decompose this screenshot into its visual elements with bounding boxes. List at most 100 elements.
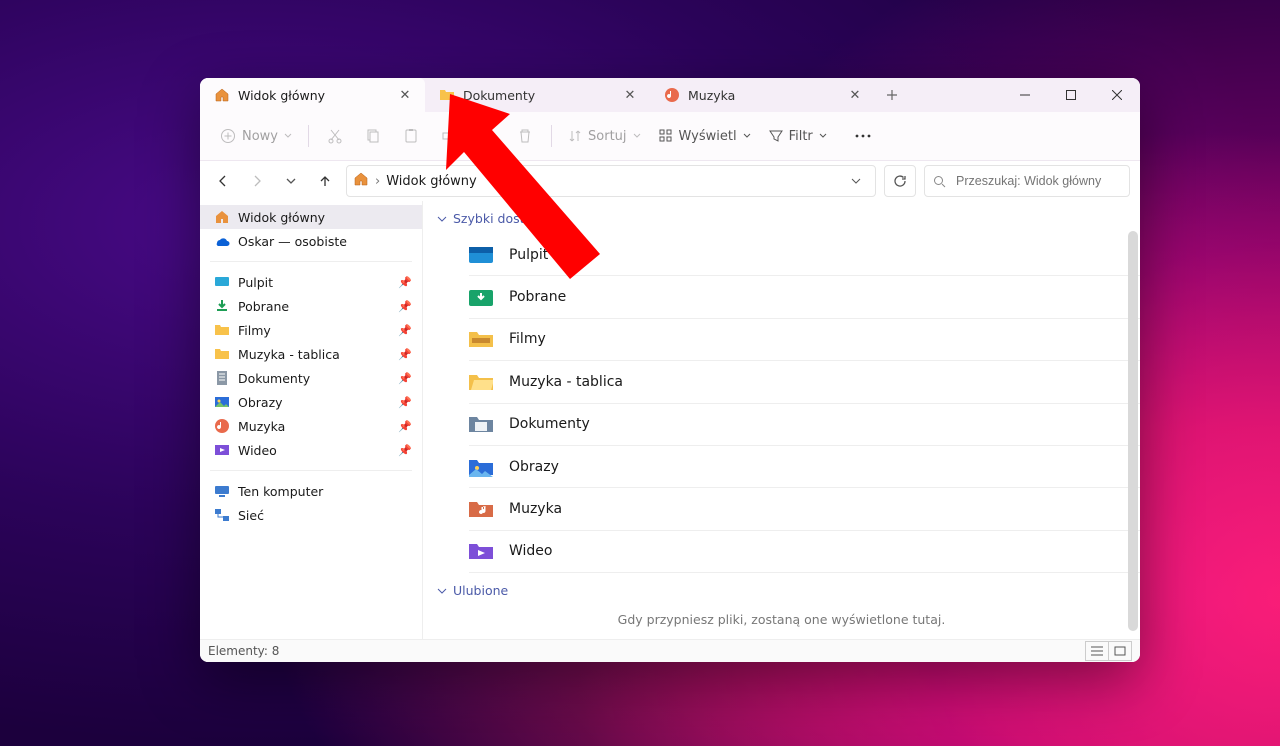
forward-button[interactable]: [244, 167, 270, 195]
new-tab-button[interactable]: [875, 78, 909, 112]
sidebar-item-label: Pobrane: [238, 299, 289, 314]
sidebar-item-home[interactable]: Widok główny: [200, 205, 422, 229]
item-label: Pulpit: [509, 247, 548, 263]
chevron-down-icon: [437, 214, 447, 224]
downloads-icon: [214, 298, 230, 314]
item-label: Obrazy: [509, 459, 559, 475]
sidebar-item-filmy[interactable]: Filmy📌: [200, 318, 422, 342]
sidebar-item-label: Oskar — osobiste: [238, 234, 347, 249]
navigation-pane: Widok główny Oskar — osobiste Pulpit📌 Po…: [200, 201, 423, 639]
more-button[interactable]: [845, 128, 881, 144]
sidebar-item-onedrive[interactable]: Oskar — osobiste: [200, 229, 422, 253]
up-button[interactable]: [312, 167, 338, 195]
refresh-button[interactable]: [884, 165, 916, 197]
close-window-button[interactable]: [1094, 78, 1140, 112]
desktop-icon: [469, 245, 493, 265]
pin-icon: 📌: [398, 348, 412, 361]
favorites-hint: Gdy przypniesz pliki, zostaną one wyświe…: [423, 606, 1140, 639]
back-button[interactable]: [210, 167, 236, 195]
pin-icon: 📌: [398, 396, 412, 409]
sidebar-item-muzyka-tablica[interactable]: Muzyka - tablica📌: [200, 342, 422, 366]
chevron-down-icon: [633, 132, 641, 140]
section-label: Szybki dostęp: [453, 211, 540, 226]
sidebar-item-downloads[interactable]: Pobrane 📌: [200, 294, 422, 318]
list-item[interactable]: Muzyka: [469, 488, 1140, 530]
document-icon: [214, 370, 230, 386]
search-box[interactable]: [924, 165, 1130, 197]
sidebar-item-label: Muzyka: [238, 419, 285, 434]
rename-button[interactable]: [431, 122, 467, 150]
share-button[interactable]: [469, 122, 505, 150]
recent-locations-button[interactable]: [278, 167, 304, 195]
section-quick-access[interactable]: Szybki dostęp: [423, 201, 1140, 234]
new-button[interactable]: Nowy: [212, 122, 300, 150]
tab-music[interactable]: Muzyka ✕: [650, 78, 875, 112]
filter-label: Filtr: [789, 129, 813, 144]
list-item[interactable]: Pulpit: [469, 234, 1140, 276]
pin-icon: 📌: [398, 300, 412, 313]
close-icon[interactable]: ✕: [396, 86, 414, 104]
tab-documents[interactable]: Dokumenty ✕: [425, 78, 650, 112]
minimize-button[interactable]: [1002, 78, 1048, 112]
section-favorites[interactable]: Ulubione: [423, 573, 1140, 606]
new-label: Nowy: [242, 129, 278, 144]
view-label: Wyświetl: [679, 129, 737, 144]
folder-icon: [469, 329, 493, 349]
sidebar-item-label: Widok główny: [238, 210, 325, 225]
delete-button[interactable]: [507, 122, 543, 150]
list-item[interactable]: Dokumenty: [469, 404, 1140, 446]
sort-button[interactable]: Sortuj: [560, 123, 649, 150]
status-text: Elementy: 8: [208, 644, 279, 658]
video-icon: [214, 442, 230, 458]
sidebar-item-label: Sieć: [238, 508, 264, 523]
details-view-button[interactable]: [1085, 641, 1109, 661]
tab-label: Dokumenty: [463, 88, 613, 103]
filter-button[interactable]: Filtr: [761, 123, 835, 150]
scrollbar[interactable]: [1128, 231, 1138, 631]
item-label: Muzyka: [509, 501, 562, 517]
sidebar-item-desktop[interactable]: Pulpit📌: [200, 270, 422, 294]
home-icon: [214, 87, 230, 103]
search-input[interactable]: [954, 173, 1121, 189]
pictures-icon: [214, 394, 230, 410]
cut-button[interactable]: [317, 122, 353, 150]
sort-label: Sortuj: [588, 129, 627, 144]
list-item[interactable]: Muzyka - tablica: [469, 361, 1140, 403]
chevron-right-icon[interactable]: ›: [375, 174, 380, 189]
close-icon[interactable]: ✕: [621, 86, 639, 104]
view-button[interactable]: Wyświetl: [651, 123, 759, 150]
item-label: Muzyka - tablica: [509, 374, 623, 390]
chevron-down-icon: [819, 132, 827, 140]
list-item[interactable]: Obrazy: [469, 446, 1140, 488]
copy-button[interactable]: [355, 122, 391, 150]
onedrive-icon: [214, 233, 230, 249]
sidebar-item-this-pc[interactable]: Ten komputer: [200, 479, 422, 503]
list-item[interactable]: Pobrane: [469, 276, 1140, 318]
music-icon: [214, 418, 230, 434]
list-item[interactable]: Filmy: [469, 319, 1140, 361]
maximize-button[interactable]: [1048, 78, 1094, 112]
tab-home[interactable]: Widok główny ✕: [200, 78, 425, 112]
address-bar[interactable]: › Widok główny: [346, 165, 876, 197]
home-icon: [214, 209, 230, 225]
sidebar-item-documents[interactable]: Dokumenty📌: [200, 366, 422, 390]
content-pane: Szybki dostęp Pulpit Pobrane Filmy Muzyk…: [423, 201, 1140, 639]
sidebar-item-music[interactable]: Muzyka📌: [200, 414, 422, 438]
section-label: Ulubione: [453, 583, 508, 598]
pin-icon: 📌: [398, 372, 412, 385]
network-icon: [214, 507, 230, 523]
paste-button[interactable]: [393, 122, 429, 150]
list-item[interactable]: Wideo: [469, 531, 1140, 573]
sidebar-item-network[interactable]: Sieć: [200, 503, 422, 527]
close-icon[interactable]: ✕: [846, 86, 864, 104]
address-dropdown-button[interactable]: [843, 168, 869, 194]
sidebar-item-label: Filmy: [238, 323, 271, 338]
item-label: Filmy: [509, 331, 546, 347]
sidebar-item-pictures[interactable]: Obrazy📌: [200, 390, 422, 414]
large-icons-view-button[interactable]: [1108, 641, 1132, 661]
item-label: Pobrane: [509, 289, 566, 305]
chevron-down-icon: [437, 586, 447, 596]
sidebar-item-video[interactable]: Wideo📌: [200, 438, 422, 462]
breadcrumb-home[interactable]: Widok główny: [386, 174, 477, 189]
folder-icon: [214, 322, 230, 338]
